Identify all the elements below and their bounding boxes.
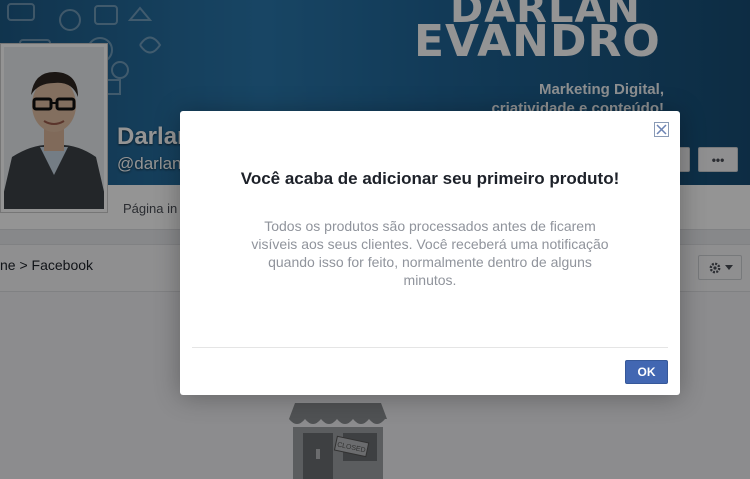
dialog-divider <box>192 347 668 348</box>
product-added-dialog: Você acaba de adicionar seu primeiro pro… <box>180 111 680 395</box>
dialog-title: Você acaba de adicionar seu primeiro pro… <box>240 169 620 188</box>
ok-button[interactable]: OK <box>625 360 668 384</box>
dialog-message: Todos os produtos são processados antes … <box>251 218 609 288</box>
close-icon <box>656 124 667 135</box>
close-button[interactable] <box>654 122 669 137</box>
